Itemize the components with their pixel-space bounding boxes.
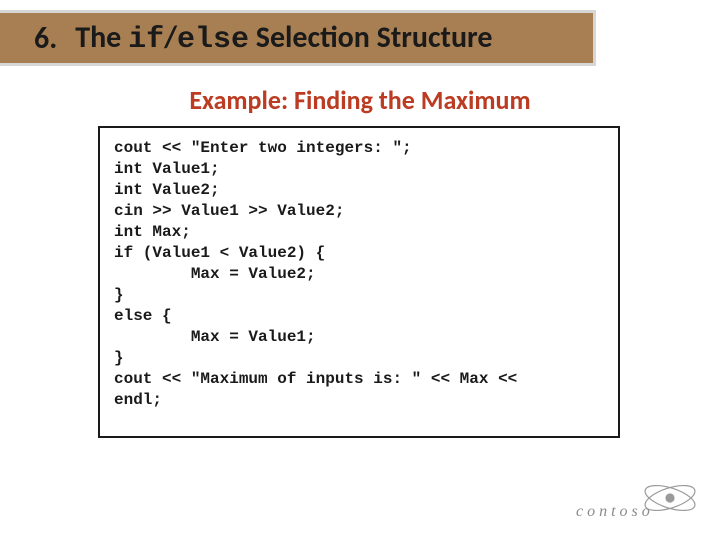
title-mono-if: if [128, 23, 164, 57]
example-subheading: Example: Finding the Maximum [0, 84, 720, 116]
code-example: cout << "Enter two integers: "; int Valu… [98, 126, 620, 438]
slide: 6. The if/else Selection Structure Examp… [0, 0, 720, 540]
title-band: 6. The if/else Selection Structure [0, 10, 596, 66]
title-mono-else: else [177, 23, 249, 57]
title-pre: The [75, 19, 128, 56]
slide-title: The if/else Selection Structure [75, 19, 492, 57]
logo-text: contoso [576, 503, 654, 520]
title-number: 6. [34, 20, 57, 57]
title-slash: / [164, 19, 177, 56]
contoso-logo: contoso [570, 476, 700, 522]
title-post: Selection Structure [249, 19, 493, 56]
